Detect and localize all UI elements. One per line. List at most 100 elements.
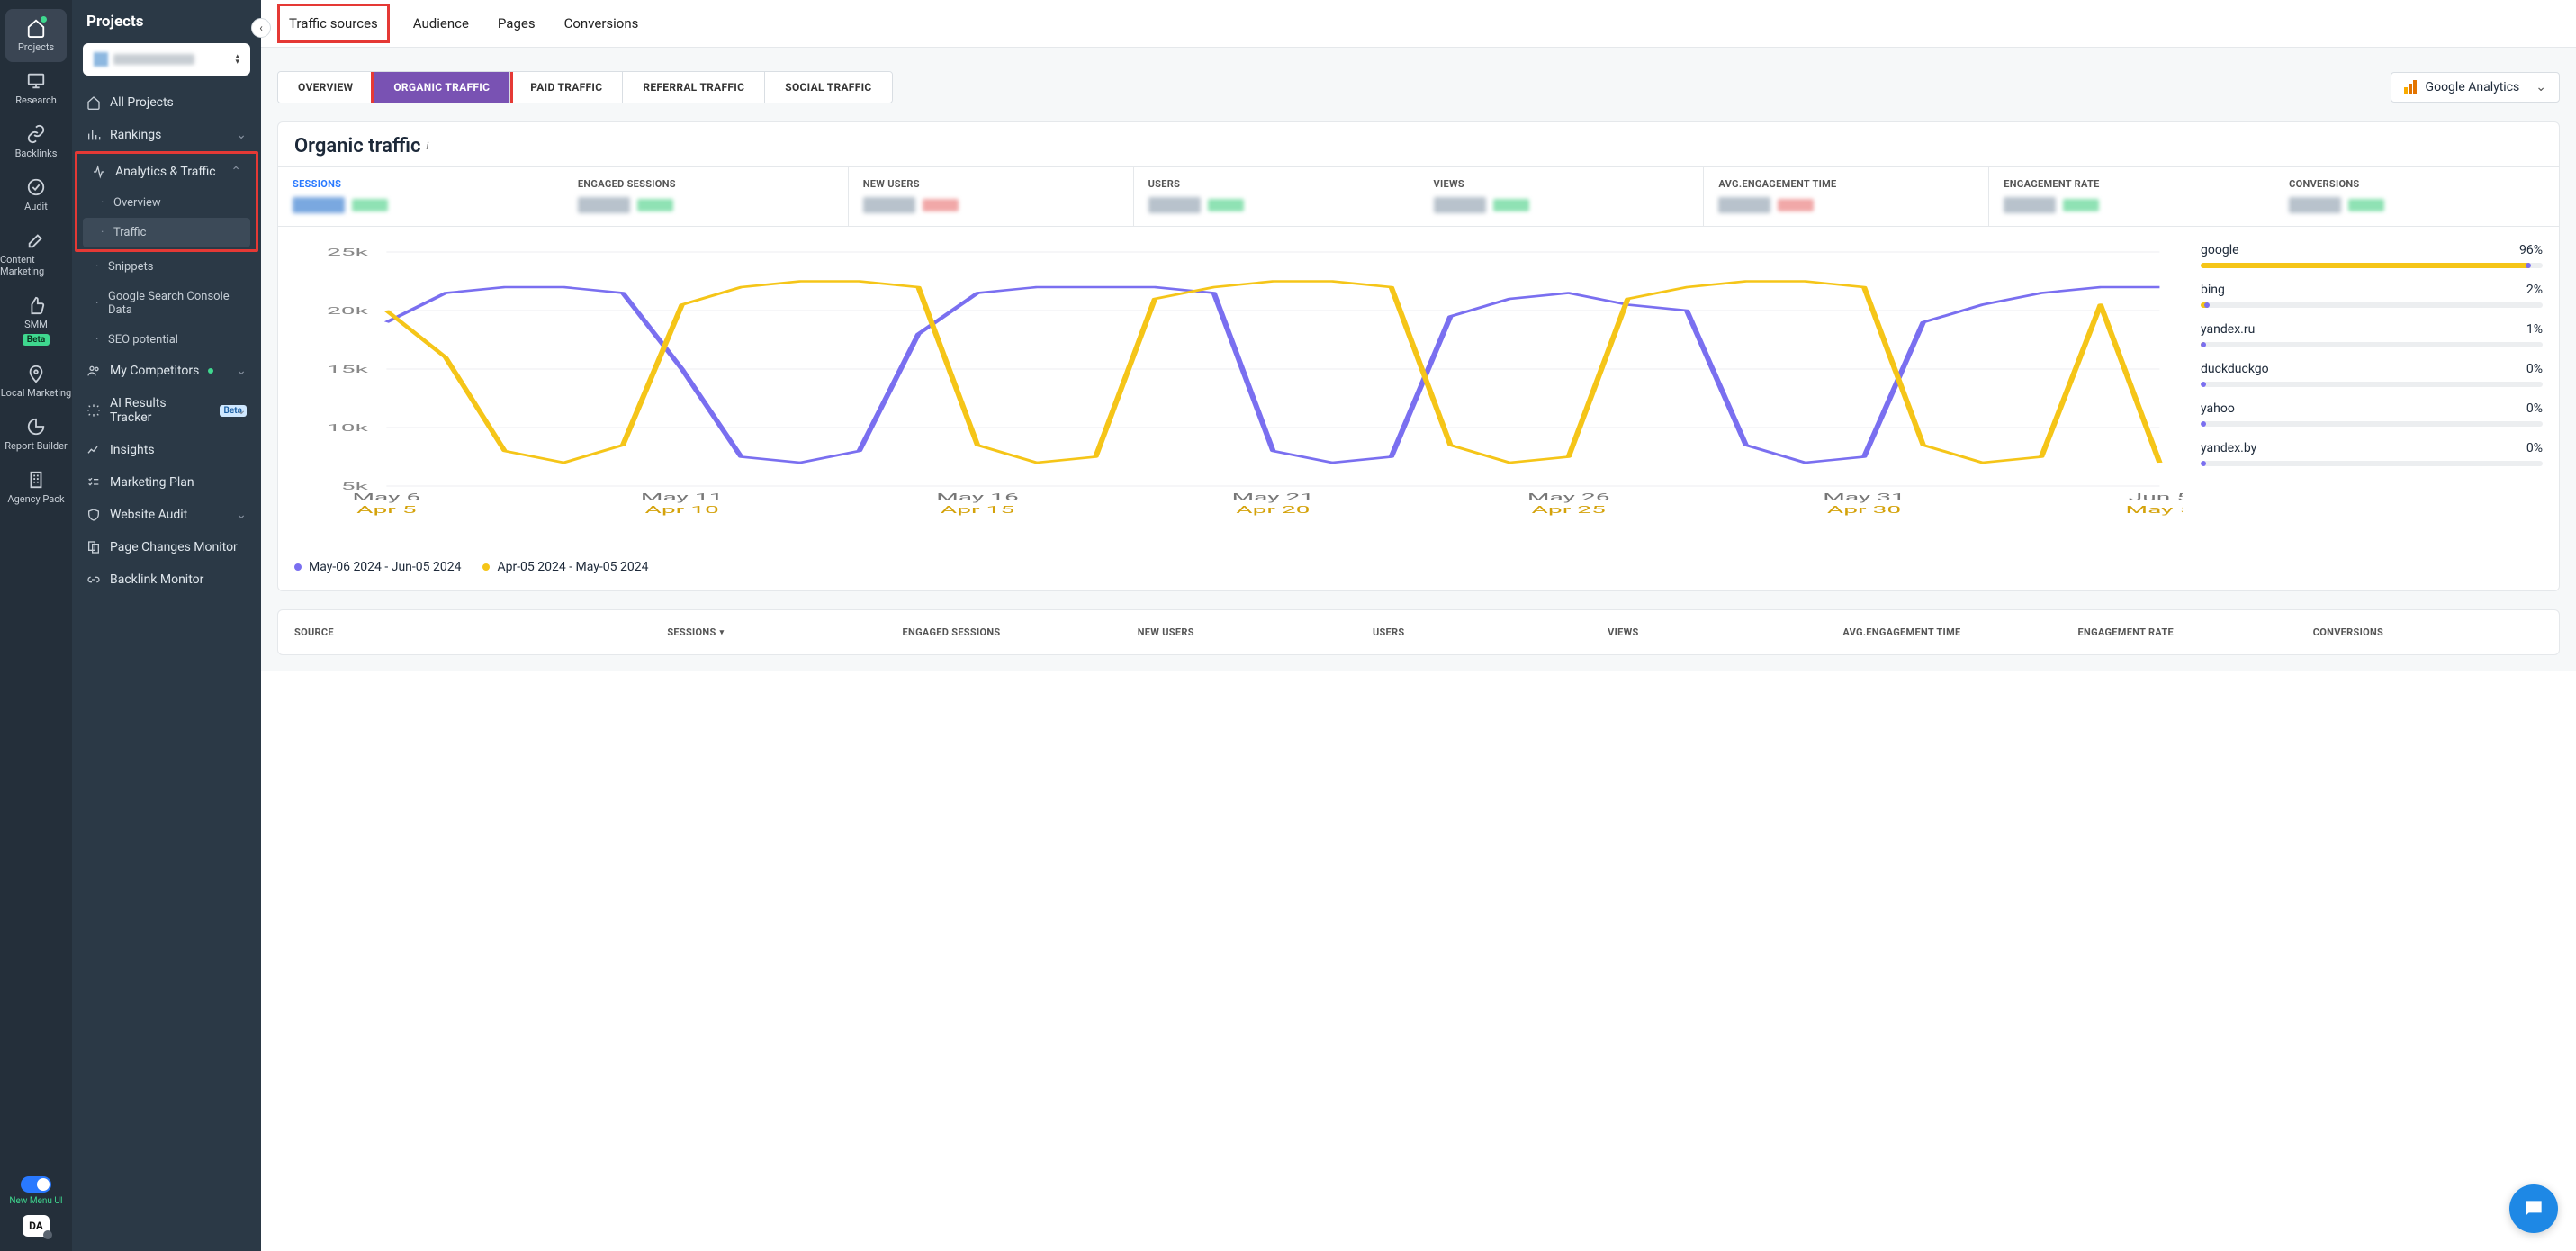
kpi-label: NEW USERS bbox=[863, 178, 1119, 190]
building-icon bbox=[26, 470, 46, 490]
rail-audit[interactable]: Audit bbox=[0, 168, 72, 221]
kpi-change-blurred bbox=[923, 199, 959, 212]
th-source[interactable]: SOURCE bbox=[294, 626, 662, 638]
svg-text:May 11: May 11 bbox=[641, 491, 724, 503]
kpi-views[interactable]: VIEWS bbox=[1419, 167, 1705, 226]
source-yahoo: yahoo0% bbox=[2201, 401, 2543, 427]
kpi-label: ENGAGED SESSIONS bbox=[578, 178, 833, 190]
th-sessions[interactable]: SESSIONS ▾ bbox=[667, 626, 896, 638]
google-analytics-icon bbox=[2404, 80, 2417, 94]
table-header-row: SOURCE SESSIONS ▾ ENGAGED SESSIONS NEW USER… bbox=[278, 610, 2559, 654]
th-users[interactable]: USERS bbox=[1373, 626, 1602, 638]
info-icon[interactable]: i bbox=[426, 140, 428, 152]
kpi-engagement-rate[interactable]: ENGAGEMENT RATE bbox=[1989, 167, 2274, 226]
source-pct: 96% bbox=[2519, 243, 2543, 257]
tab-conversions[interactable]: Conversions bbox=[559, 1, 644, 46]
th-engagement-rate[interactable]: ENGAGEMENT RATE bbox=[2078, 626, 2308, 638]
collapse-sidebar-button[interactable]: ‹ bbox=[251, 18, 271, 38]
source-bar bbox=[2201, 382, 2543, 387]
sidebar-page-changes[interactable]: Page Changes Monitor bbox=[72, 531, 261, 563]
tab-pages[interactable]: Pages bbox=[492, 1, 541, 46]
source-pct: 0% bbox=[2526, 441, 2543, 455]
kpi-new-users[interactable]: NEW USERS bbox=[849, 167, 1134, 226]
section-title: Organic traffic i bbox=[278, 122, 2559, 166]
legend-period1: May-06 2024 - Jun-05 2024 bbox=[294, 560, 461, 574]
source-yandex-by: yandex.by0% bbox=[2201, 441, 2543, 466]
sidebar-ai-tracker[interactable]: AI Results Tracker Beta bbox=[72, 387, 261, 434]
sidebar-insights[interactable]: Insights bbox=[72, 434, 261, 466]
monitor-icon bbox=[26, 71, 46, 91]
beta-badge: Beta bbox=[23, 334, 50, 346]
th-views[interactable]: VIEWS bbox=[1608, 626, 1837, 638]
rail-label: Audit bbox=[24, 201, 48, 212]
source-name: google bbox=[2201, 243, 2239, 257]
svg-text:25k: 25k bbox=[327, 247, 368, 258]
kpi-conversions[interactable]: CONVERSIONS bbox=[2274, 167, 2559, 226]
users-icon bbox=[86, 364, 101, 378]
da-box[interactable]: DA bbox=[23, 1215, 50, 1237]
active-dot bbox=[41, 16, 47, 22]
th-avg-engagement-time[interactable]: AVG.ENGAGEMENT TIME bbox=[1842, 626, 2072, 638]
trend-icon bbox=[86, 443, 101, 457]
kpi-value-blurred bbox=[863, 197, 915, 213]
rail-projects[interactable]: Projects bbox=[5, 9, 67, 62]
sidebar-competitors[interactable]: My Competitors bbox=[72, 355, 261, 387]
tab-traffic-sources[interactable]: Traffic sources bbox=[277, 4, 390, 43]
tab-audience[interactable]: Audience bbox=[408, 1, 474, 46]
toggle-label: New Menu UI bbox=[9, 1196, 62, 1206]
menu-ui-toggle[interactable]: New Menu UI bbox=[9, 1176, 62, 1206]
rail-smm[interactable]: SMM Beta bbox=[0, 286, 72, 355]
rail-content-marketing[interactable]: Content Marketing bbox=[0, 221, 72, 286]
kpi-value-blurred bbox=[1148, 197, 1201, 213]
toggle-switch[interactable] bbox=[21, 1176, 51, 1192]
svg-text:20k: 20k bbox=[327, 305, 368, 317]
sidebar-item-label: Marketing Plan bbox=[110, 475, 194, 490]
th-conversions[interactable]: CONVERSIONS bbox=[2313, 626, 2543, 638]
kpi-change-blurred bbox=[637, 199, 673, 212]
th-new-users[interactable]: NEW USERS bbox=[1138, 626, 1367, 638]
rail-report-builder[interactable]: Report Builder bbox=[0, 408, 72, 461]
traffic-tab-referral[interactable]: REFERRAL TRAFFIC bbox=[623, 72, 765, 103]
rail-agency-pack[interactable]: Agency Pack bbox=[0, 461, 72, 514]
project-selector[interactable]: ▴▾ bbox=[83, 43, 250, 76]
rail-label: Research bbox=[15, 94, 57, 106]
kpi-sessions[interactable]: SESSIONS bbox=[278, 167, 563, 226]
sidebar-analytics-traffic[interactable]: Analytics & Traffic bbox=[77, 156, 256, 188]
sidebar-all-projects[interactable]: All Projects bbox=[72, 86, 261, 119]
traffic-tab-social[interactable]: SOCIAL TRAFFIC bbox=[765, 72, 891, 103]
rail-research[interactable]: Research bbox=[0, 62, 72, 115]
traffic-tab-paid[interactable]: PAID TRAFFIC bbox=[510, 72, 623, 103]
sidebar-sub-gsc[interactable]: Google Search Console Data bbox=[72, 282, 261, 325]
rail-backlinks[interactable]: Backlinks bbox=[0, 115, 72, 168]
top-tabs: Traffic sources Audience Pages Conversio… bbox=[261, 0, 2576, 48]
google-analytics-selector[interactable]: Google Analytics bbox=[2391, 72, 2560, 103]
source-bar bbox=[2201, 342, 2543, 347]
sub-label: Overview bbox=[113, 196, 161, 210]
sidebar-rankings[interactable]: Rankings bbox=[72, 119, 261, 151]
svg-text:Apr 15: Apr 15 bbox=[941, 504, 1014, 516]
highlighted-analytics-section: Analytics & Traffic Overview Traffic bbox=[75, 151, 258, 252]
traffic-tab-overview[interactable]: OVERVIEW bbox=[278, 72, 374, 103]
chat-button[interactable] bbox=[2509, 1184, 2558, 1233]
rail-local-marketing[interactable]: Local Marketing bbox=[0, 355, 72, 408]
kpi-label: USERS bbox=[1148, 178, 1404, 190]
source-name: yandex.ru bbox=[2201, 322, 2255, 337]
sidebar-sub-traffic[interactable]: Traffic bbox=[83, 218, 250, 248]
sidebar-website-audit[interactable]: Website Audit bbox=[72, 499, 261, 531]
kpi-label: VIEWS bbox=[1434, 178, 1689, 190]
kpi-users[interactable]: USERS bbox=[1134, 167, 1419, 226]
kpi-value-blurred bbox=[293, 197, 345, 213]
sidebar-sub-snippets[interactable]: Snippets bbox=[72, 252, 261, 282]
kpi-engaged-sessions[interactable]: ENGAGED SESSIONS bbox=[563, 167, 849, 226]
svg-text:May 16: May 16 bbox=[936, 491, 1019, 503]
sidebar-backlink-monitor[interactable]: Backlink Monitor bbox=[72, 563, 261, 596]
th-engaged-sessions[interactable]: ENGAGED SESSIONS bbox=[903, 626, 1132, 638]
sidebar-marketing-plan[interactable]: Marketing Plan bbox=[72, 466, 261, 499]
sidebar-sub-overview[interactable]: Overview bbox=[77, 188, 256, 218]
sidebar-sub-seo-potential[interactable]: SEO potential bbox=[72, 325, 261, 355]
home-outline-icon bbox=[86, 95, 101, 110]
traffic-tab-organic[interactable]: ORGANIC TRAFFIC bbox=[374, 72, 510, 103]
source-pct: 0% bbox=[2526, 401, 2543, 416]
sidebar-item-label: Rankings bbox=[110, 128, 161, 142]
kpi-avg-engagement-time[interactable]: AVG.ENGAGEMENT TIME bbox=[1704, 167, 1989, 226]
